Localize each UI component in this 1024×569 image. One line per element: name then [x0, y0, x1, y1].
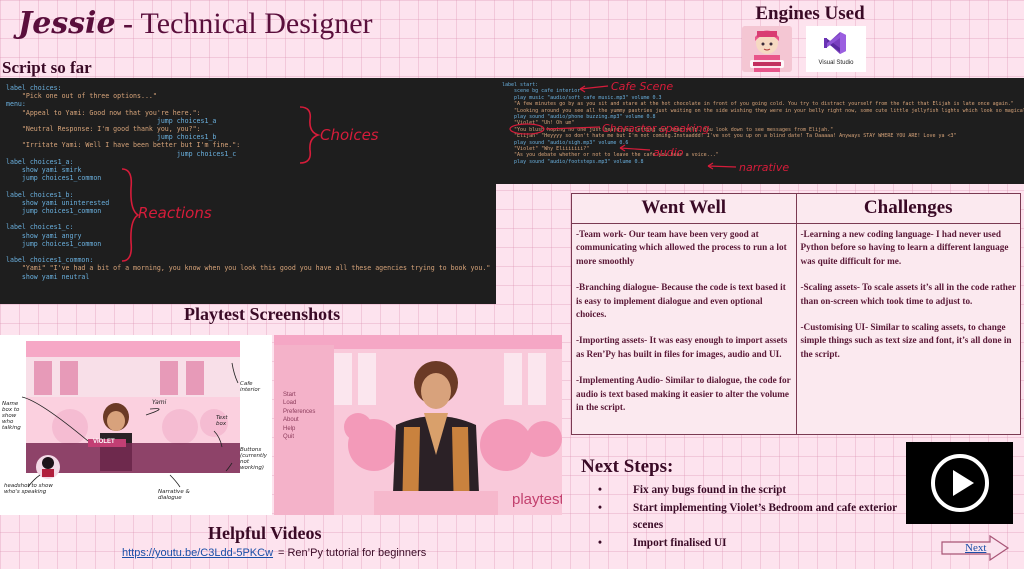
- went-well-item: -Branching dialogue- Because the code is…: [576, 282, 786, 320]
- code-line: show yami uninterested: [6, 198, 110, 207]
- next-label: Next: [965, 542, 987, 554]
- next-steps-title: Next Steps:: [581, 456, 674, 477]
- author-name: Jessie: [18, 6, 116, 41]
- code-line: show yami angry: [6, 231, 82, 240]
- code-line: "Yami" "I've had a bit of a morning, you…: [6, 264, 491, 273]
- videos-title: Helpful Videos: [208, 523, 322, 543]
- note-buttons: Buttons (currently not working): [240, 447, 267, 471]
- next-steps-list: Fix any bugs found in the script Start i…: [598, 482, 908, 552]
- main-menu-list: Start Load Preferences About Help Quit: [283, 391, 315, 441]
- reactions-brace: [121, 168, 140, 262]
- video-play-button[interactable]: [906, 442, 1013, 524]
- reflection-table: Went Well -Team work- Our team have been…: [571, 193, 1021, 435]
- code-line: label choices1_a:: [6, 157, 74, 166]
- went-well-item: -Implementing Audio- Similar to dialogue…: [576, 375, 791, 413]
- playtest-screenshot-annotated: Name box to show who talking VIOLET Yami…: [0, 335, 272, 515]
- code-line: jump choices1_common: [6, 174, 102, 183]
- author-role: Technical Designer: [140, 7, 373, 40]
- note-narrative: Narrative & dialogue: [158, 489, 190, 501]
- next-slide-button[interactable]: Next: [940, 534, 1010, 562]
- went-well-header: Went Well: [572, 194, 796, 224]
- went-well-list: -Team work- Our team have been very good…: [572, 224, 796, 431]
- next-step-item: Start implementing Violet’s Bedroom and …: [598, 500, 908, 535]
- code-line: jump choices1_common: [6, 239, 102, 248]
- code-line: jump choices1_c: [6, 149, 237, 158]
- playtest-title: Playtest Screenshots: [184, 304, 341, 324]
- code-line: label choices:: [6, 84, 62, 92]
- code-line: "Irritate Yami: Well I have been better …: [6, 141, 241, 150]
- visual-studio-caption: Visual Studio: [818, 60, 854, 66]
- page-title: Jessie - Technical Designer: [18, 6, 373, 46]
- note-name-box: Name box to show who talking: [2, 401, 21, 431]
- challenges-item: -Learning a new coding language- I had n…: [800, 229, 1009, 266]
- code-line: show yami neutral: [6, 272, 90, 281]
- tutorial-video-description: = Ren’Py tutorial for beginners: [278, 547, 427, 559]
- challenges-header: Challenges: [796, 194, 1020, 224]
- menu-item-quit: Quit: [283, 434, 295, 441]
- code-line: jump choices1_a: [6, 116, 217, 125]
- title-dash: -: [115, 7, 141, 40]
- menu-item-preferences: Preferences: [283, 408, 316, 415]
- annotation-arrows: [509, 85, 737, 170]
- code-line: label choices1_c:: [6, 223, 74, 232]
- play-icon: [930, 454, 989, 512]
- code-line: jump choices1_common: [6, 207, 102, 216]
- choices-brace: [299, 106, 321, 164]
- menu-item-load: Load: [283, 400, 297, 407]
- challenges-item: -Customising UI- Similar to scaling asse…: [800, 322, 1012, 359]
- note-yami: Yami: [152, 399, 167, 406]
- engines-title: Engines Used: [755, 3, 865, 24]
- code-line: "Appeal to Yami: Good now that you're he…: [6, 108, 201, 117]
- challenges-item: -Scaling assets- To scale assets it’s al…: [800, 282, 1016, 306]
- next-step-item: Import finalised UI: [598, 535, 908, 553]
- code-line: label choices1_common:: [6, 256, 94, 265]
- script-section-title: Script so far: [2, 58, 92, 77]
- went-well-item: -Team work- Our team have been very good…: [576, 229, 787, 266]
- went-well-item: -Importing assets- It was easy enough to…: [576, 335, 788, 359]
- note-text-box: Text box: [216, 415, 228, 427]
- code-panel-choices: label choices: "Pick one out of three op…: [0, 78, 496, 304]
- playtest-watermark: playtest: [512, 491, 562, 508]
- note-cafe-interior: Cafe interior: [240, 381, 260, 393]
- went-well-column: Went Well -Team work- Our team have been…: [572, 194, 796, 434]
- code-line: "Pick one out of three options...": [6, 92, 157, 101]
- violet-name-tag: VIOLET: [93, 439, 115, 445]
- code-line: show yami smirk: [6, 166, 82, 175]
- playtest-screenshot-main-menu: Start Load Preferences About Help Quit p…: [274, 335, 562, 515]
- next-step-item: Fix any bugs found in the script: [598, 482, 908, 500]
- menu-item-help: Help: [283, 425, 296, 432]
- tutorial-video-link[interactable]: https://youtu.be/C3Ldd-5PKCw: [122, 547, 273, 559]
- renpy-logo: [742, 26, 792, 72]
- challenges-column: Challenges -Learning a new coding langua…: [795, 194, 1021, 434]
- code-line: "Neutral Response: I'm good thank you, y…: [6, 125, 201, 134]
- menu-item-about: About: [283, 417, 299, 424]
- challenges-list: -Learning a new coding language- I had n…: [797, 224, 1021, 378]
- menu-item-start: Start: [283, 392, 296, 398]
- note-headshot: headshot to show who's speaking: [4, 483, 53, 495]
- code-line: jump choices1_b: [6, 133, 217, 142]
- code-line: menu:: [6, 100, 26, 109]
- code-line: label choices1_b:: [6, 190, 74, 199]
- annotation-choices: Choices: [320, 126, 379, 144]
- annotation-reactions: Reactions: [138, 204, 212, 222]
